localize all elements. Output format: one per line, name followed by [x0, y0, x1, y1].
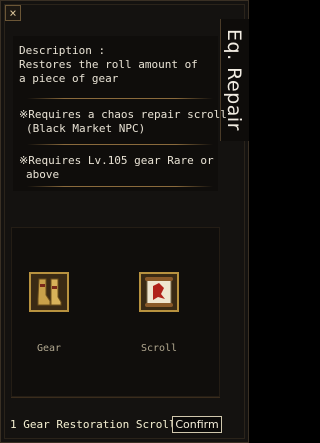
eq-repair-window: × Eq. Repair Description : Restores the … [0, 0, 249, 443]
divider [27, 186, 213, 187]
scroll-icon [141, 274, 177, 310]
requirement-text: Requires Lv.105 gear Rare or [28, 154, 214, 167]
gear-slot[interactable] [29, 272, 69, 312]
requirement-1-cont: (Black Market NPC) [26, 122, 146, 135]
note-marker: ※ [19, 154, 29, 167]
description-line: Restores the roll amount of [19, 58, 198, 71]
status-text: 1 Gear Restoration Scroll [10, 418, 176, 431]
requirement-1: ※Requires a chaos repair scroll [19, 108, 227, 122]
divider [27, 98, 213, 99]
description-line: a piece of gear [19, 72, 119, 85]
description-panel: Description : Restores the roll amount o… [13, 36, 227, 191]
scroll-slot-label: Scroll [140, 343, 178, 354]
requirement-2: ※Requires Lv.105 gear Rare or [19, 154, 214, 168]
scroll-slot[interactable] [139, 272, 179, 312]
divider [27, 144, 213, 145]
gear-slot-label: Gear [36, 343, 62, 354]
description-heading: Description : [19, 44, 106, 57]
boots-icon [31, 274, 67, 310]
requirement-text: Requires a chaos repair scroll [28, 108, 227, 121]
note-marker: ※ [19, 108, 29, 121]
requirement-2-cont: above [26, 168, 60, 181]
close-icon: × [9, 6, 17, 20]
close-button[interactable]: × [5, 5, 21, 21]
confirm-button[interactable]: Confirm [172, 416, 222, 433]
frame-ornament [11, 397, 220, 404]
footer-bar: 1 Gear Restoration Scroll Confirm [3, 413, 248, 441]
